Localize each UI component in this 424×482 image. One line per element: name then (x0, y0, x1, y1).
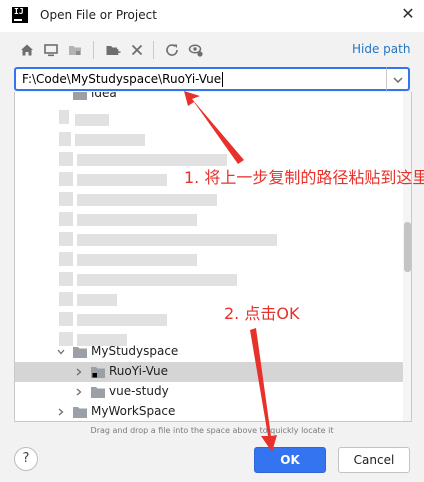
intellij-logo-icon: IJ (12, 7, 28, 23)
obscured-content (77, 254, 197, 266)
obscured-content (77, 214, 197, 226)
cancel-button[interactable]: Cancel (338, 447, 410, 473)
obscured-content (59, 192, 73, 206)
obscured-content (59, 152, 73, 166)
obscured-content (77, 194, 217, 206)
obscured-content (75, 114, 109, 126)
chevron-down-icon (393, 77, 403, 83)
path-input[interactable]: F:\Code\MyStudyspace\RuoYi-Vue (14, 67, 387, 91)
refresh-icon[interactable] (164, 42, 180, 58)
hide-path-link[interactable]: Hide path (352, 42, 410, 56)
drag-drop-hint: Drag and drop a file into the space abov… (90, 426, 334, 435)
obscured-content (59, 272, 73, 286)
folder-icon (73, 407, 87, 418)
path-history-dropdown[interactable] (386, 67, 410, 91)
chevron-down-icon[interactable] (57, 348, 65, 356)
file-tree[interactable]: idea MyStudyspace RuoYi-Vue vue-study My… (14, 92, 412, 422)
tree-row-vue-study[interactable]: vue-study (15, 382, 403, 402)
annotation-step-1: 1. 将上一步复制的路径粘贴到这里 (184, 168, 424, 187)
obscured-content (59, 232, 73, 246)
close-button[interactable]: ✕ (398, 4, 418, 24)
tree-row-myworkspace[interactable]: MyWorkSpace (15, 402, 403, 421)
tree-row-label: RuoYi-Vue (109, 364, 168, 378)
tree-row-partial[interactable]: idea (15, 92, 403, 104)
obscured-content (59, 110, 69, 124)
delete-icon[interactable] (129, 42, 145, 58)
tree-row-label: idea (91, 92, 117, 100)
toolbar-separator (153, 41, 154, 59)
chevron-right-icon[interactable] (75, 368, 83, 376)
home-icon[interactable] (19, 42, 35, 58)
path-input-value: F:\Code\MyStudyspace\RuoYi-Vue (22, 72, 222, 86)
ok-button[interactable]: OK (254, 447, 326, 473)
window-title: Open File or Project (40, 8, 157, 22)
obscured-content (77, 234, 277, 246)
scrollbar-thumb[interactable] (404, 222, 411, 272)
title-bar: IJ Open File or Project ✕ (0, 0, 424, 32)
obscured-content (59, 132, 71, 146)
obscured-content (77, 174, 167, 186)
folder-icon (73, 347, 87, 358)
folder-icon (73, 92, 87, 100)
folder-icon (91, 387, 105, 398)
help-button[interactable]: ? (14, 447, 38, 471)
desktop-icon[interactable] (43, 42, 59, 58)
obscured-content (59, 172, 73, 186)
annotation-step-2: 2. 点击OK (224, 304, 300, 323)
tree-row-mystudyspace[interactable]: MyStudyspace (15, 342, 403, 362)
obscured-content (77, 314, 167, 326)
tree-row-label: MyStudyspace (91, 344, 179, 358)
obscured-content (59, 252, 73, 266)
tree-row-label: vue-study (109, 384, 169, 398)
obscured-content (75, 134, 145, 146)
tree-row-ruoyi-vue[interactable]: RuoYi-Vue (15, 362, 403, 382)
obscured-content (59, 292, 73, 306)
project-folder-icon[interactable] (67, 42, 83, 58)
obscured-content (59, 212, 73, 226)
text-caret (222, 72, 223, 87)
project-folder-icon (91, 367, 105, 378)
new-folder-icon[interactable] (105, 42, 121, 58)
toolbar-separator (93, 41, 94, 59)
chevron-right-icon[interactable] (75, 388, 83, 396)
obscured-content (77, 274, 237, 286)
obscured-content (77, 294, 117, 306)
tree-row-label: MyWorkSpace (91, 404, 176, 418)
show-hidden-icon[interactable] (188, 42, 204, 58)
obscured-content (59, 312, 73, 326)
chevron-right-icon[interactable] (57, 408, 65, 416)
